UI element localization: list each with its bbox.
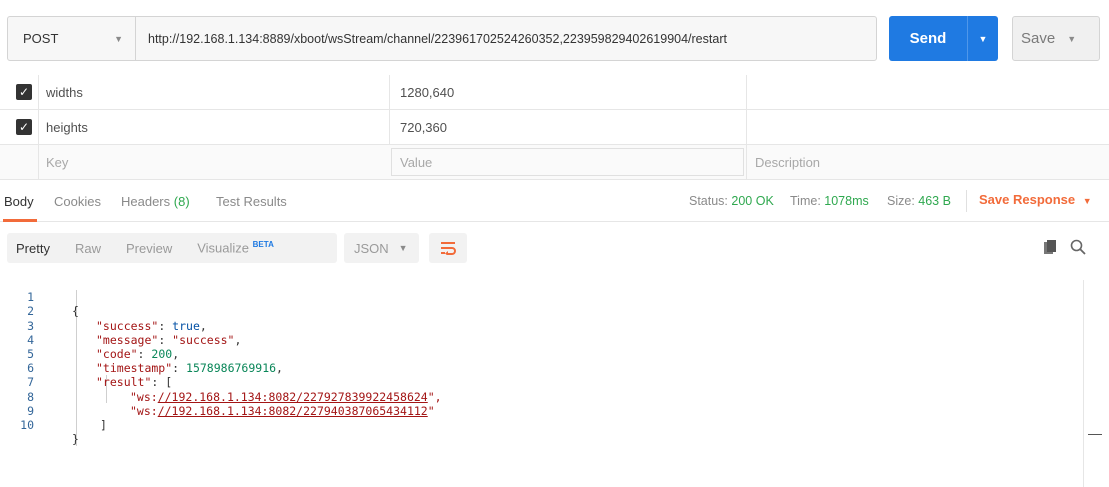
format-visualize[interactable]: Visualize BETA (188, 240, 274, 255)
send-label: Send (909, 30, 947, 47)
time-label: Time: (790, 194, 821, 208)
time-value: 1078ms (824, 194, 869, 208)
new-key-input[interactable]: Key (46, 155, 68, 170)
code-line: 10 } (0, 404, 1080, 446)
url-bar: POST ▼ http://192.168.1.134:8889/xboot/w… (7, 16, 877, 61)
code-line: 7 "ws://192.168.1.134:8082/2279278399224… (0, 361, 1080, 403)
format-toolbar: Pretty Raw Preview Visualize BETA JSON ▼ (7, 233, 1102, 267)
divider (966, 190, 967, 212)
method-label: POST (23, 31, 59, 46)
url-input[interactable]: http://192.168.1.134:8889/xboot/wsStream… (136, 32, 727, 46)
visualize-label: Visualize (197, 240, 250, 256)
copy-icon[interactable] (1044, 240, 1058, 254)
chevron-down-icon[interactable]: ▼ (1067, 34, 1076, 44)
param-value[interactable]: 1280,640 (400, 85, 454, 100)
chevron-down-icon: ▼ (1082, 196, 1092, 206)
send-button[interactable]: Send ▼ (889, 16, 998, 61)
tab-test-results[interactable]: Test Results (216, 194, 287, 209)
code-line: 3 "message": "success", (0, 304, 1080, 347)
new-description-input[interactable]: Description (755, 155, 820, 170)
language-label: JSON (354, 240, 389, 256)
size-value: 463 B (918, 194, 951, 208)
new-value-input[interactable]: Value (400, 155, 432, 170)
checkbox-checked-icon[interactable]: ✓ (16, 84, 32, 100)
tab-headers[interactable]: Headers (8) (121, 194, 190, 209)
code-line: 1 { (0, 276, 1080, 318)
checkbox-checked-icon[interactable]: ✓ (16, 119, 32, 135)
code-line: 9 ] (0, 390, 1080, 432)
code-text: } (72, 432, 79, 447)
search-icon[interactable] (1070, 239, 1086, 255)
format-mode-group: Pretty Raw Preview Visualize BETA (7, 233, 337, 263)
param-key[interactable]: widths (46, 85, 83, 100)
request-bar: POST ▼ http://192.168.1.134:8889/xboot/w… (0, 0, 1109, 75)
chevron-down-icon: ▼ (398, 243, 408, 253)
param-value[interactable]: 720,360 (400, 120, 447, 135)
beta-badge: BETA (252, 240, 274, 250)
code-line: 8 "ws://192.168.1.134:8082/2279403870654… (0, 375, 1080, 418)
tab-headers-label: Headers (121, 194, 171, 209)
format-pretty[interactable]: Pretty (7, 241, 50, 256)
save-response-button[interactable]: Save Response ▼ (979, 192, 1092, 207)
param-row-new: Key Value Description (0, 145, 1109, 180)
code-line: 5 "timestamp": 1578986769916, (0, 333, 1080, 375)
tab-cookies[interactable]: Cookies (54, 194, 101, 209)
new-value-input-box[interactable] (391, 148, 744, 176)
chevron-down-icon: ▼ (114, 33, 123, 44)
save-response-label: Save Response (979, 192, 1076, 207)
size-label: Size: (887, 194, 915, 208)
param-row: ✓ heights 720,360 (0, 110, 1109, 145)
line-number: 10 (20, 417, 34, 432)
wrap-lines-button[interactable] (429, 233, 467, 263)
wrap-icon (441, 242, 456, 255)
minimize-marker (1088, 434, 1102, 435)
status-readout: Status: 200 OK (689, 194, 774, 208)
param-key[interactable]: heights (46, 120, 88, 135)
format-raw[interactable]: Raw (66, 241, 101, 256)
response-tabs: Body Cookies Headers (8) Test Results St… (0, 182, 1109, 222)
scrollbar-track[interactable] (1083, 280, 1084, 487)
method-select[interactable]: POST ▼ (8, 17, 136, 60)
active-tab-indicator (3, 219, 37, 222)
code-line: 4 "code": 200, (0, 319, 1080, 361)
params-table: ✓ widths 1280,640 ✓ heights 720,360 Key … (0, 75, 1109, 180)
save-label: Save (1021, 30, 1056, 47)
headers-count-badge: (8) (173, 194, 190, 209)
size-readout: Size: 463 B (887, 194, 951, 208)
format-preview[interactable]: Preview (117, 241, 172, 256)
code-line: 6 "result": [ (0, 347, 1080, 389)
status-label: Status: (689, 194, 728, 208)
send-options-chevron-icon[interactable]: ▼ (967, 16, 998, 61)
response-body-code[interactable]: 1 { 2 "success": true, 3 "message": "suc… (0, 276, 1080, 446)
save-button[interactable]: Save ▼ (1012, 16, 1100, 61)
status-value: 200 OK (731, 194, 774, 208)
code-line: 2 "success": true, (0, 290, 1080, 332)
param-row: ✓ widths 1280,640 (0, 75, 1109, 110)
language-select[interactable]: JSON ▼ (344, 233, 419, 263)
time-readout: Time: 1078ms (790, 194, 869, 208)
code-text: ] (100, 417, 107, 432)
tab-body[interactable]: Body (4, 194, 34, 209)
